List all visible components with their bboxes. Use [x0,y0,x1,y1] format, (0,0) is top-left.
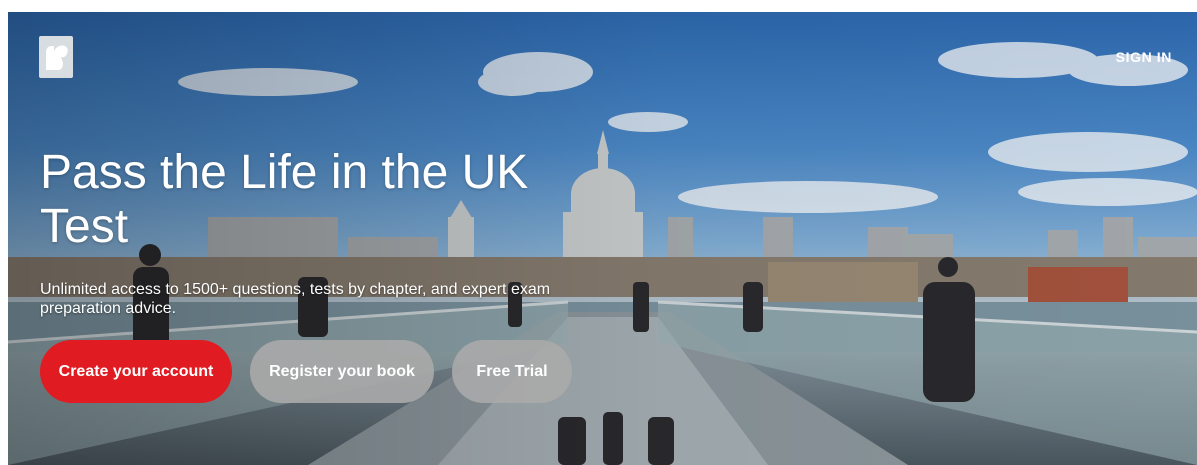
register-book-button[interactable]: Register your book [250,340,434,403]
hero-title: Pass the Life in the UK Test [40,146,529,253]
squirrel-logo-icon[interactable] [39,36,73,78]
create-account-button[interactable]: Create your account [40,340,232,403]
free-trial-button[interactable]: Free Trial [452,340,572,403]
hero-banner: SIGN IN Pass the Life in the UK Test Unl… [8,12,1197,465]
sign-in-link[interactable]: SIGN IN [1116,49,1172,65]
hero-subtitle: Unlimited access to 1500+ questions, tes… [40,281,551,317]
